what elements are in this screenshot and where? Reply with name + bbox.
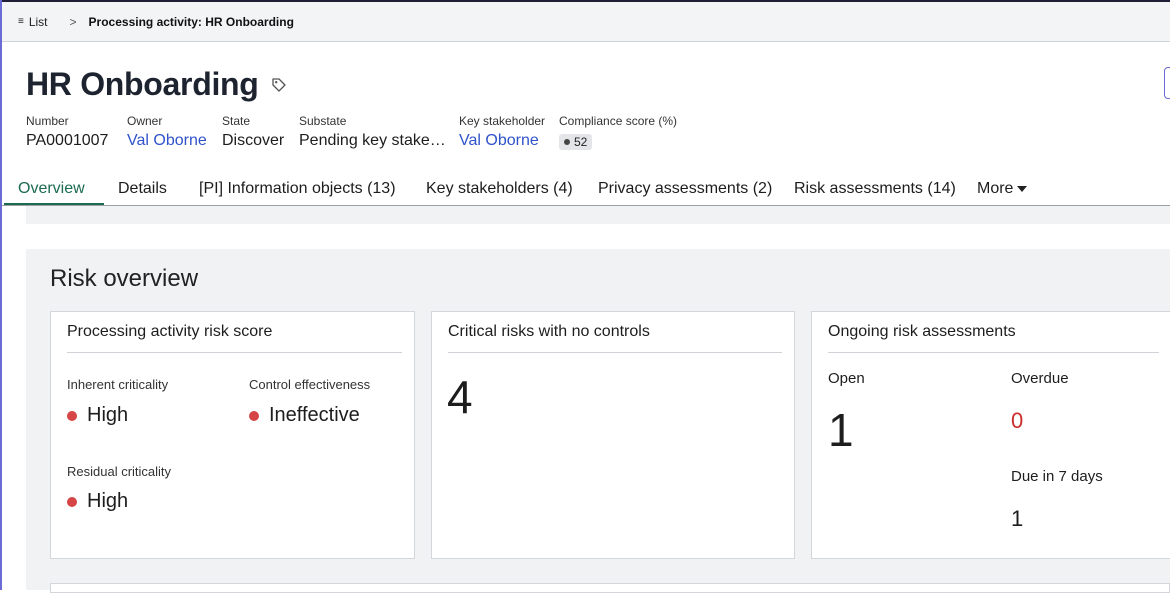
tab-risk-assessments[interactable]: Risk assessments (14) xyxy=(794,180,956,198)
card-divider xyxy=(448,352,782,353)
field-key-stakeholder-label: Key stakeholder xyxy=(459,114,546,128)
critical-risks-card-title: Critical risks with no controls xyxy=(448,323,650,340)
tab-overview[interactable]: Overview xyxy=(18,180,85,198)
field-key-stakeholder: Key stakeholder Val Oborne xyxy=(459,114,545,150)
breadcrumb: ≡ List > Processing activity: HR Onboard… xyxy=(2,2,1170,42)
compliance-score-badge: 52 xyxy=(559,134,593,150)
section-divider xyxy=(26,206,1170,224)
breadcrumb-list-label: List xyxy=(28,14,48,29)
field-number-value: PA0001007 xyxy=(26,132,109,149)
menu-lines-icon: ≡ xyxy=(18,16,24,27)
field-compliance-score-label: Compliance score (%) xyxy=(559,114,678,128)
card-divider xyxy=(828,352,1159,353)
risk-overview-title: Risk overview xyxy=(50,265,199,292)
inherent-criticality-value: High xyxy=(67,404,128,427)
field-substate-value: Pending key stake… xyxy=(299,132,446,149)
residual-criticality-text: High xyxy=(87,490,129,512)
field-substate-label: Substate xyxy=(299,114,347,128)
inherent-criticality-label: Inherent criticality xyxy=(67,377,169,392)
field-owner-label: Owner xyxy=(127,114,163,128)
overdue-count[interactable]: 0 xyxy=(1011,408,1023,434)
active-tab-indicator xyxy=(4,203,104,205)
key-stakeholder-link[interactable]: Val Oborne xyxy=(459,132,545,150)
due-7-days-count[interactable]: 1 xyxy=(1011,506,1023,532)
residual-criticality-value: High xyxy=(67,490,128,513)
field-owner: Owner Val Oborne xyxy=(127,114,207,150)
compliance-score-value: 52 xyxy=(574,135,588,149)
tab-more[interactable]: More xyxy=(977,180,1028,198)
ongoing-assessments-card-title: Ongoing risk assessments xyxy=(828,323,1016,340)
caret-down-icon xyxy=(1017,185,1028,192)
tag-icon[interactable] xyxy=(271,77,287,93)
control-effectiveness-text: Ineffective xyxy=(269,404,360,426)
risk-score-card-title: Processing activity risk score xyxy=(67,323,273,340)
critical-risks-count: 4 xyxy=(447,371,473,423)
status-dot-icon xyxy=(67,496,77,507)
tab-privacy-assessments[interactable]: Privacy assessments (2) xyxy=(598,180,772,198)
tab-bar: Overview Details [PI] Information object… xyxy=(2,174,1170,206)
field-substate: Substate Pending key stake… xyxy=(299,114,446,150)
breadcrumb-current: Processing activity: HR Onboarding xyxy=(88,14,294,29)
tab-key-stakeholders[interactable]: Key stakeholders (4) xyxy=(426,180,573,198)
field-number-label: Number xyxy=(26,114,69,128)
chevron-right-icon: > xyxy=(69,14,77,29)
residual-criticality-label: Residual criticality xyxy=(67,464,172,479)
page-title: HR Onboarding xyxy=(26,66,259,102)
tab-details[interactable]: Details xyxy=(118,180,167,198)
tab-more-label: More xyxy=(977,180,1014,197)
field-state: State Discover xyxy=(222,114,284,150)
status-dot-icon xyxy=(249,410,259,421)
field-number: Number PA0001007 xyxy=(26,114,108,150)
ongoing-assessments-card: Ongoing risk assessments Open 1 Overdue … xyxy=(811,311,1170,559)
control-effectiveness-label: Control effectiveness xyxy=(249,377,371,392)
critical-risks-card[interactable]: Critical risks with no controls 4 xyxy=(431,311,795,559)
risk-score-card: Processing activity risk score Inherent … xyxy=(50,311,415,559)
field-state-value: Discover xyxy=(222,132,285,149)
due-7-days-label: Due in 7 days xyxy=(1011,468,1103,485)
field-compliance-score: Compliance score (%) 52 xyxy=(559,114,677,150)
field-state-label: State xyxy=(222,114,251,128)
open-count[interactable]: 1 xyxy=(828,403,854,457)
owner-link[interactable]: Val Oborne xyxy=(127,132,207,150)
inherent-criticality-text: High xyxy=(87,404,129,426)
next-section-card xyxy=(50,583,1170,593)
header-action-button[interactable] xyxy=(1164,67,1170,99)
breadcrumb-list-link[interactable]: ≡ List xyxy=(18,15,48,29)
record-header: HR Onboarding xyxy=(26,66,287,103)
control-effectiveness-value: Ineffective xyxy=(249,404,360,427)
card-divider xyxy=(67,352,402,353)
window-left-border xyxy=(0,0,2,590)
tab-information-objects[interactable]: [PI] Information objects (13) xyxy=(199,180,396,198)
overdue-label: Overdue xyxy=(1011,370,1069,387)
open-label: Open xyxy=(828,370,865,387)
score-dot-icon xyxy=(564,139,570,145)
status-dot-icon xyxy=(67,410,77,421)
